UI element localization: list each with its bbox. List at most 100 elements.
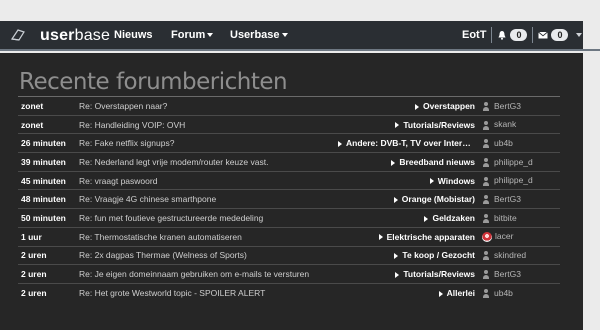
- topic-forum-link[interactable]: Elektrische apparaten: [338, 227, 482, 246]
- topic-forum-link[interactable]: Tutorials/Reviews: [338, 115, 482, 134]
- topic-time: 2 uren: [21, 250, 47, 261]
- topic-forum-label: Te koop / Gezocht: [402, 250, 475, 261]
- topic-forum-link[interactable]: Breedband nieuws: [338, 153, 482, 172]
- chevron-right-icon: [391, 159, 396, 166]
- table-row: 2 uren Re: Je eigen domeinnaam gebruiken …: [18, 264, 560, 284]
- topic-time: 45 minuten: [21, 175, 66, 186]
- topic-title-link[interactable]: Re: Vraagje 4G chinese smarthpone: [76, 190, 338, 209]
- brand-logo[interactable]: userbase: [40, 27, 110, 45]
- topic-user-link[interactable]: BertG3: [482, 265, 560, 284]
- topic-title-link[interactable]: Re: Fake netflix signups?: [76, 134, 338, 153]
- user-icon: [482, 101, 491, 111]
- topic-forum-link[interactable]: Overstappen: [338, 97, 482, 116]
- topic-time: 2 uren: [21, 269, 47, 280]
- chevron-right-icon: [393, 197, 398, 204]
- chevron-down-icon: [207, 33, 214, 38]
- nav-item-nieuws[interactable]: Nieuws: [114, 29, 153, 41]
- topic-user-link[interactable]: philippe_d: [482, 171, 560, 190]
- user-icon: [482, 289, 491, 299]
- topic-title-link[interactable]: Re: vraagt paswoord: [76, 171, 338, 190]
- table-row: 26 minuten Re: Fake netflix signups? Ander…: [18, 133, 560, 153]
- avatar: [482, 232, 492, 243]
- navbar-main: userbase Nieuws Forum Userbase EotT 0 0: [0, 21, 583, 49]
- topic-title-link[interactable]: Re: 2x dagpas Thermae (Welness of Sports…: [76, 246, 338, 265]
- chevron-right-icon: [395, 271, 400, 278]
- topic-user-link[interactable]: BertG3: [482, 190, 560, 209]
- topic-username: philippe_d: [494, 175, 533, 186]
- chevron-right-icon: [415, 103, 420, 110]
- topic-forum-link[interactable]: Allerlei: [338, 283, 482, 302]
- nav-item-userbase-label: Userbase: [230, 29, 280, 41]
- user-icon: [482, 214, 491, 224]
- logo-icon[interactable]: [10, 28, 26, 42]
- topic-forum-label: Andere: DVB-T, TV over Interne...: [346, 138, 480, 149]
- topic-forum-link[interactable]: Orange (Mobistar): [338, 190, 482, 209]
- table-row: 50 minuten Re: fun met foutieve gestructu…: [18, 208, 560, 228]
- chevron-right-icon: [338, 140, 342, 147]
- topic-user-link[interactable]: BertG3: [482, 97, 560, 116]
- topic-forum-label: Orange (Mobistar): [401, 194, 475, 205]
- nav-item-forum[interactable]: Forum: [171, 29, 214, 41]
- topic-forum-label: Tutorials/Reviews: [403, 119, 475, 130]
- chevron-right-icon: [394, 253, 399, 260]
- messages-badge: 0: [551, 29, 569, 41]
- navbar-edge: [583, 21, 600, 49]
- topic-forum-label: Overstappen: [423, 100, 475, 111]
- topic-user-link[interactable]: ub4b: [482, 283, 560, 302]
- topic-time: 2 uren: [21, 287, 47, 298]
- topic-username: lacer: [495, 231, 514, 242]
- page-edge: [583, 53, 600, 330]
- table-row: 39 minuten Re: Nederland legt vrije modem…: [18, 152, 560, 172]
- topic-username: BertG3: [494, 194, 521, 205]
- topic-title-link[interactable]: Re: fun met foutieve gestructureerde med…: [76, 209, 338, 228]
- topic-forum-link[interactable]: Tutorials/Reviews: [338, 265, 482, 284]
- topic-title-link[interactable]: Re: Handleiding VOIP: OVH: [76, 115, 338, 134]
- user-icon: [482, 251, 491, 261]
- topic-user-link[interactable]: skank: [482, 115, 560, 134]
- chevron-right-icon: [429, 178, 434, 185]
- topic-user-link[interactable]: lacer: [482, 227, 560, 246]
- page-title: Recente forumberichten: [19, 69, 288, 95]
- chevron-down-icon[interactable]: [576, 33, 583, 37]
- topic-user-link[interactable]: skindred: [482, 246, 560, 265]
- messages-button[interactable]: 0: [538, 29, 569, 41]
- nav-item-forum-label: Forum: [171, 29, 206, 41]
- topic-user-link[interactable]: philippe_d: [482, 153, 560, 172]
- topic-forum-label: Allerlei: [446, 287, 475, 298]
- topic-forum-link[interactable]: Windows: [338, 171, 482, 190]
- recent-topics-table: zonet Re: Overstappen naar? Overstappen Ber…: [18, 96, 560, 302]
- topic-time: 39 minuten: [21, 156, 66, 167]
- table-row: zonet Re: Handleiding VOIP: OVH Tutorials/…: [18, 115, 560, 134]
- notifications-button[interactable]: 0: [497, 29, 528, 41]
- topic-forum-link[interactable]: Andere: DVB-T, TV over Interne...: [338, 134, 482, 153]
- user-icon: [482, 139, 491, 149]
- topic-forum-link[interactable]: Geldzaken: [338, 209, 482, 228]
- topic-title-link[interactable]: Re: Nederland legt vrije modem/router ke…: [76, 153, 338, 172]
- chevron-right-icon: [424, 215, 429, 222]
- user-icon: [482, 195, 491, 205]
- topic-time: 26 minuten: [21, 138, 66, 149]
- table-row: 2 uren Re: 2x dagpas Thermae (Welness of …: [18, 246, 560, 265]
- recent-topics-body: zonet Re: Overstappen naar? Overstappen Ber…: [18, 96, 560, 303]
- chevron-right-icon: [438, 290, 443, 297]
- topic-user-link[interactable]: ub4b: [482, 134, 560, 153]
- topic-username: BertG3: [494, 268, 521, 279]
- username-link[interactable]: EotT: [462, 29, 486, 41]
- topic-title-link[interactable]: Re: Thermostatische kranen automatiseren: [76, 227, 338, 246]
- topic-time: 48 minuten: [21, 194, 66, 205]
- topic-title-link[interactable]: Re: Het grote Westworld topic - SPOILER …: [76, 283, 338, 302]
- divider: [532, 27, 534, 43]
- topic-username: bitbite: [494, 212, 517, 223]
- divider: [491, 27, 493, 43]
- topic-user-link[interactable]: bitbite: [482, 209, 560, 228]
- table-row: zonet Re: Overstappen naar? Overstappen Ber…: [18, 96, 560, 116]
- table-row: 45 minuten Re: vraagt paswoord Windows phil…: [18, 171, 560, 190]
- topic-forum-label: Breedband nieuws: [399, 156, 475, 167]
- nav-item-userbase[interactable]: Userbase: [230, 29, 288, 41]
- topic-title-link[interactable]: Re: Je eigen domeinnaam gebruiken om e-m…: [76, 265, 338, 284]
- topic-username: philippe_d: [494, 156, 533, 167]
- topic-title-link[interactable]: Re: Overstappen naar?: [76, 97, 338, 116]
- topic-forum-link[interactable]: Te koop / Gezocht: [338, 246, 482, 265]
- topic-forum-label: Tutorials/Reviews: [403, 269, 475, 280]
- topic-username: ub4b: [494, 138, 513, 149]
